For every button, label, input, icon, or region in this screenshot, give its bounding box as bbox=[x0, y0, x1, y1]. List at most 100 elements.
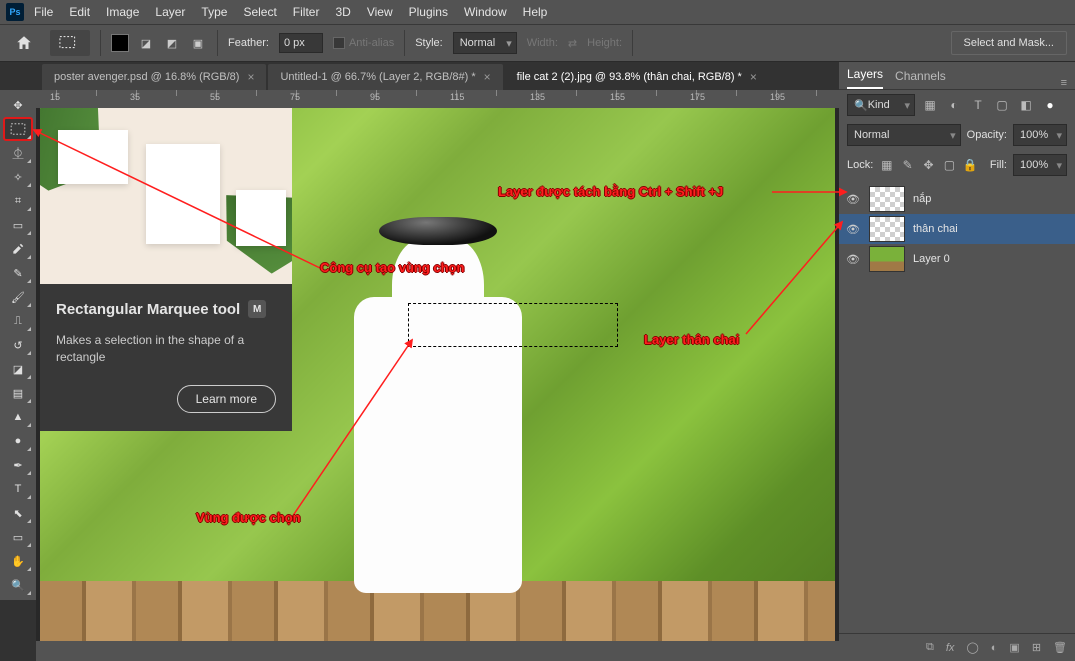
layer-row[interactable]: 👁 Layer 0 bbox=[839, 244, 1075, 274]
blur-tool-icon[interactable]: ▲ bbox=[4, 406, 32, 428]
menu-window[interactable]: Window bbox=[458, 5, 513, 19]
layer-thumb[interactable] bbox=[869, 216, 905, 242]
layer-name[interactable]: nắp bbox=[913, 193, 931, 205]
menu-type[interactable]: Type bbox=[195, 5, 233, 19]
lock-all-icon[interactable]: 🔒 bbox=[963, 156, 978, 174]
frame-tool-icon[interactable]: ▭ bbox=[4, 214, 32, 236]
feather-label: Feather: bbox=[228, 37, 269, 49]
menu-image[interactable]: Image bbox=[100, 5, 145, 19]
menu-3d[interactable]: 3D bbox=[329, 5, 356, 19]
eraser-tool-icon[interactable]: ◪ bbox=[4, 358, 32, 380]
move-tool-icon[interactable]: ✥ bbox=[4, 94, 32, 116]
magic-wand-icon[interactable]: ✧ bbox=[4, 166, 32, 188]
type-tool-icon[interactable]: T bbox=[4, 478, 32, 500]
fill-label: Fill: bbox=[990, 159, 1007, 171]
menu-plugins[interactable]: Plugins bbox=[403, 5, 454, 19]
menu-select[interactable]: Select bbox=[237, 5, 282, 19]
filter-shape-icon[interactable]: ▢ bbox=[993, 96, 1011, 114]
delete-layer-icon[interactable]: 🗑 bbox=[1053, 641, 1067, 654]
clone-stamp-icon[interactable]: ⎍ bbox=[4, 310, 32, 332]
style-select[interactable]: Normal bbox=[453, 32, 517, 54]
menu-help[interactable]: Help bbox=[517, 5, 554, 19]
close-icon[interactable]: × bbox=[484, 70, 491, 84]
menu-view[interactable]: View bbox=[361, 5, 399, 19]
layer-row[interactable]: 👁 thân chai bbox=[839, 214, 1075, 244]
opacity-label: Opacity: bbox=[967, 129, 1007, 141]
lock-paint-icon[interactable]: ✎ bbox=[900, 156, 915, 174]
layers-panel: Layers Channels ≡ 🔍 Kind ▦ ◐ T ▢ ◧ ● Nor… bbox=[839, 62, 1075, 661]
doc-tab-1[interactable]: Untitled-1 @ 66.7% (Layer 2, RGB/8#) *× bbox=[268, 64, 502, 90]
filter-kind-select[interactable]: 🔍 Kind bbox=[847, 94, 915, 116]
doc-tab-0[interactable]: poster avenger.psd @ 16.8% (RGB/8)× bbox=[42, 64, 266, 90]
tab-channels[interactable]: Channels bbox=[895, 69, 946, 89]
adjust-layer-icon[interactable]: ◐ bbox=[991, 642, 998, 654]
tooltip-description: Makes a selection in the shape of a rect… bbox=[56, 332, 276, 367]
path-select-icon[interactable]: ⬉ bbox=[4, 502, 32, 524]
feather-input[interactable] bbox=[279, 33, 323, 53]
visibility-icon[interactable]: 👁 bbox=[845, 253, 861, 266]
mask-icon[interactable]: ◯ bbox=[966, 641, 978, 654]
menu-bar: Ps File Edit Image Layer Type Select Fil… bbox=[0, 0, 1075, 24]
layer-name[interactable]: Layer 0 bbox=[913, 253, 950, 265]
layer-thumb[interactable] bbox=[869, 246, 905, 272]
filter-toggle-icon[interactable]: ● bbox=[1041, 96, 1059, 114]
mode-new-icon[interactable] bbox=[111, 34, 129, 52]
mode-add-icon[interactable]: ◪ bbox=[137, 34, 155, 52]
tool-preset[interactable] bbox=[50, 30, 90, 56]
doc-tab-2[interactable]: file cat 2 (2).jpg @ 93.8% (thân chai, R… bbox=[505, 64, 769, 90]
lasso-tool-icon[interactable]: ⏂ bbox=[4, 142, 32, 164]
filter-pixel-icon[interactable]: ▦ bbox=[921, 96, 939, 114]
history-brush-icon[interactable]: ↺ bbox=[4, 334, 32, 356]
zoom-tool-icon[interactable]: 🔍 bbox=[4, 574, 32, 596]
home-button[interactable] bbox=[8, 30, 40, 56]
app-logo: Ps bbox=[6, 3, 24, 21]
learn-more-button[interactable]: Learn more bbox=[177, 385, 276, 413]
filter-type-icon[interactable]: T bbox=[969, 96, 987, 114]
close-icon[interactable]: × bbox=[750, 70, 757, 84]
filter-smart-icon[interactable]: ◧ bbox=[1017, 96, 1035, 114]
layers-footer: ⧉ fx ◯ ◐ ▣ ⊞ 🗑 bbox=[839, 633, 1075, 661]
hand-tool-icon[interactable]: ✋ bbox=[4, 550, 32, 572]
link-layers-icon[interactable]: ⧉ bbox=[926, 641, 934, 654]
blend-mode-select[interactable]: Normal bbox=[847, 124, 961, 146]
height-label: Height: bbox=[587, 37, 622, 49]
menu-layer[interactable]: Layer bbox=[149, 5, 191, 19]
tab-layers[interactable]: Layers bbox=[847, 67, 883, 89]
lock-position-icon[interactable]: ✥ bbox=[921, 156, 936, 174]
layer-name[interactable]: thân chai bbox=[913, 223, 958, 235]
opacity-select[interactable]: 100% bbox=[1013, 124, 1067, 146]
fx-icon[interactable]: fx bbox=[946, 642, 955, 654]
layer-row[interactable]: 👁 nắp bbox=[839, 184, 1075, 214]
fill-select[interactable]: 100% bbox=[1013, 154, 1067, 176]
visibility-icon[interactable]: 👁 bbox=[845, 223, 861, 236]
pen-tool-icon[interactable]: ✒ bbox=[4, 454, 32, 476]
menu-file[interactable]: File bbox=[28, 5, 59, 19]
spot-heal-icon[interactable]: ✎ bbox=[4, 262, 32, 284]
panel-menu-icon[interactable]: ≡ bbox=[1061, 77, 1067, 89]
new-layer-icon[interactable]: ⊞ bbox=[1032, 641, 1041, 654]
brush-tool-icon[interactable]: 🖌 bbox=[4, 286, 32, 308]
lock-pixels-icon[interactable]: ▦ bbox=[879, 156, 894, 174]
eyedropper-icon[interactable] bbox=[4, 238, 32, 260]
close-icon[interactable]: × bbox=[247, 70, 254, 84]
antialias-checkbox bbox=[333, 37, 345, 49]
annotation-selection: Vùng được chọn bbox=[196, 510, 301, 525]
mode-subtract-icon[interactable]: ◩ bbox=[163, 34, 181, 52]
lock-artboard-icon[interactable]: ▢ bbox=[942, 156, 957, 174]
tool-tooltip: Rectangular Marquee toolM Makes a select… bbox=[40, 108, 292, 431]
visibility-icon[interactable]: 👁 bbox=[845, 193, 861, 206]
gradient-tool-icon[interactable]: ▤ bbox=[4, 382, 32, 404]
menu-edit[interactable]: Edit bbox=[63, 5, 96, 19]
marquee-selection bbox=[408, 303, 618, 347]
layer-thumb[interactable] bbox=[869, 186, 905, 212]
mode-intersect-icon[interactable]: ▣ bbox=[189, 34, 207, 52]
selection-mode-group: ◪ ◩ ▣ bbox=[111, 34, 207, 52]
marquee-tool-icon[interactable] bbox=[4, 118, 32, 140]
filter-adjust-icon[interactable]: ◐ bbox=[945, 96, 963, 114]
shape-tool-icon[interactable]: ▭ bbox=[4, 526, 32, 548]
dodge-tool-icon[interactable]: ● bbox=[4, 430, 32, 452]
crop-tool-icon[interactable]: ⌗ bbox=[4, 190, 32, 212]
group-icon[interactable]: ▣ bbox=[1009, 641, 1019, 654]
select-and-mask-button[interactable]: Select and Mask... bbox=[951, 31, 1068, 55]
menu-filter[interactable]: Filter bbox=[287, 5, 326, 19]
